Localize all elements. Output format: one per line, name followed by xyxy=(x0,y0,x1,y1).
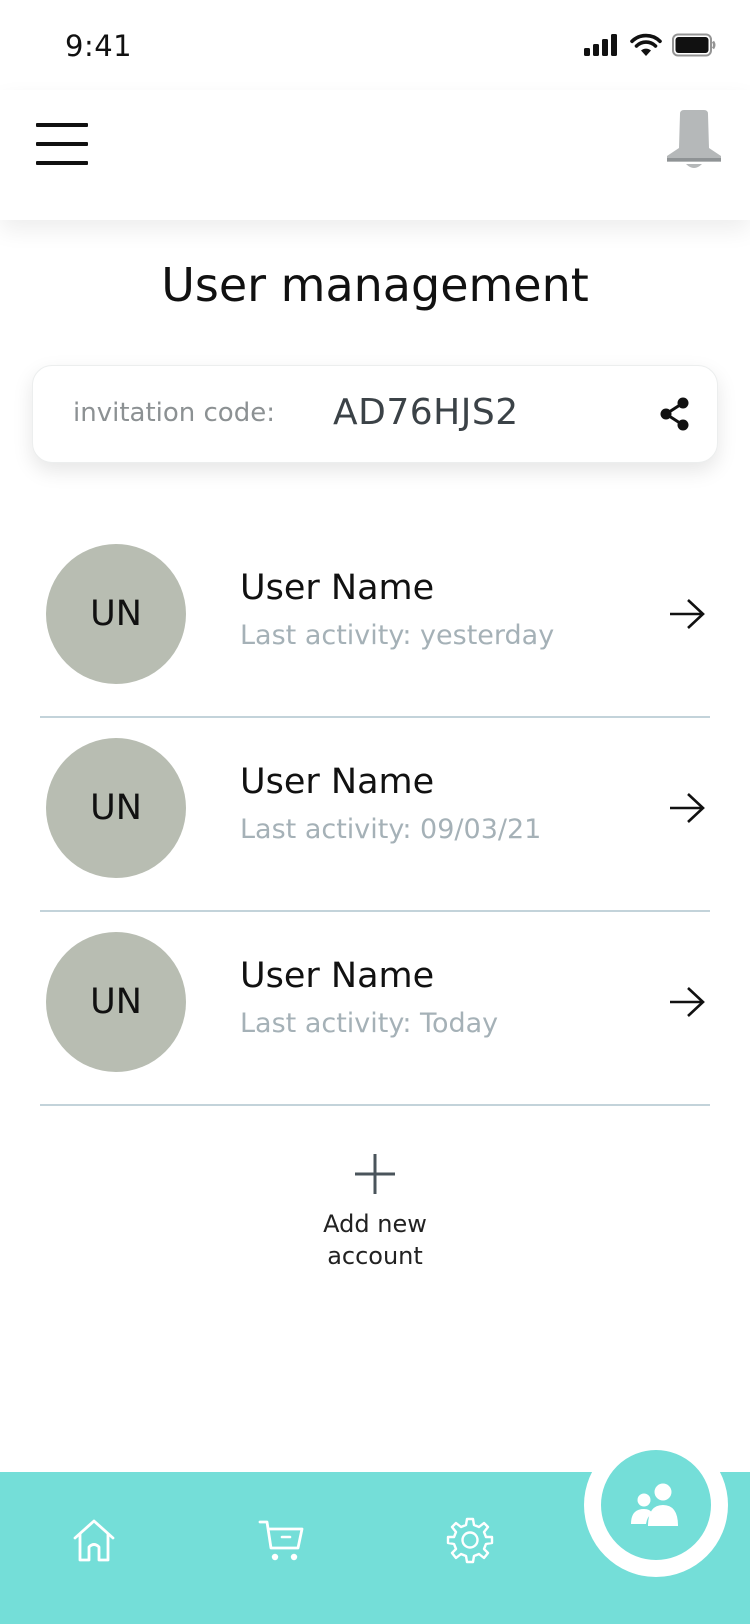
add-account-button[interactable]: Add new account xyxy=(275,1152,475,1272)
row-divider xyxy=(40,1104,710,1106)
arrow-right-icon[interactable] xyxy=(668,792,706,824)
settings-gear-icon[interactable] xyxy=(446,1516,494,1564)
user-row[interactable]: UN User Name Last activity: 09/03/21 xyxy=(0,718,750,912)
invitation-code-card: invitation code: AD76HJS2 xyxy=(32,365,718,463)
user-name: User Name xyxy=(240,568,435,608)
users-icon xyxy=(631,1483,678,1526)
invitation-code-value: AD76HJS2 xyxy=(333,392,519,433)
cart-icon[interactable] xyxy=(258,1516,306,1564)
user-last-activity: Last activity: yesterday xyxy=(240,620,555,651)
plus-icon xyxy=(355,1154,395,1194)
user-row[interactable]: UN User Name Last activity: yesterday xyxy=(0,524,750,718)
wifi-icon xyxy=(630,33,662,56)
user-name: User Name xyxy=(240,762,435,802)
avatar: UN xyxy=(46,738,186,878)
avatar: UN xyxy=(46,544,186,684)
user-last-activity: Last activity: Today xyxy=(240,1008,499,1039)
add-account-label: Add new account xyxy=(323,1210,427,1270)
app-header xyxy=(0,90,750,220)
user-row[interactable]: UN User Name Last activity: Today xyxy=(0,912,750,1106)
user-last-activity: Last activity: 09/03/21 xyxy=(240,814,542,845)
battery-icon xyxy=(672,33,716,57)
user-name: User Name xyxy=(240,956,435,996)
status-time: 9:41 xyxy=(65,29,133,63)
status-bar: 9:41 xyxy=(0,0,750,90)
share-icon[interactable] xyxy=(657,396,693,432)
arrow-right-icon[interactable] xyxy=(668,986,706,1018)
invitation-code-label: invitation code: xyxy=(73,398,275,428)
status-icons xyxy=(584,30,716,60)
page-title: User management xyxy=(161,258,589,312)
home-icon[interactable] xyxy=(70,1516,118,1564)
bell-icon[interactable] xyxy=(666,110,722,172)
arrow-right-icon[interactable] xyxy=(668,598,706,630)
avatar: UN xyxy=(46,932,186,1072)
signal-icon xyxy=(584,34,617,56)
hamburger-menu-icon[interactable] xyxy=(36,123,88,165)
user-list: UN User Name Last activity: yesterday UN… xyxy=(0,524,750,1106)
users-tab-button[interactable] xyxy=(596,1445,716,1565)
